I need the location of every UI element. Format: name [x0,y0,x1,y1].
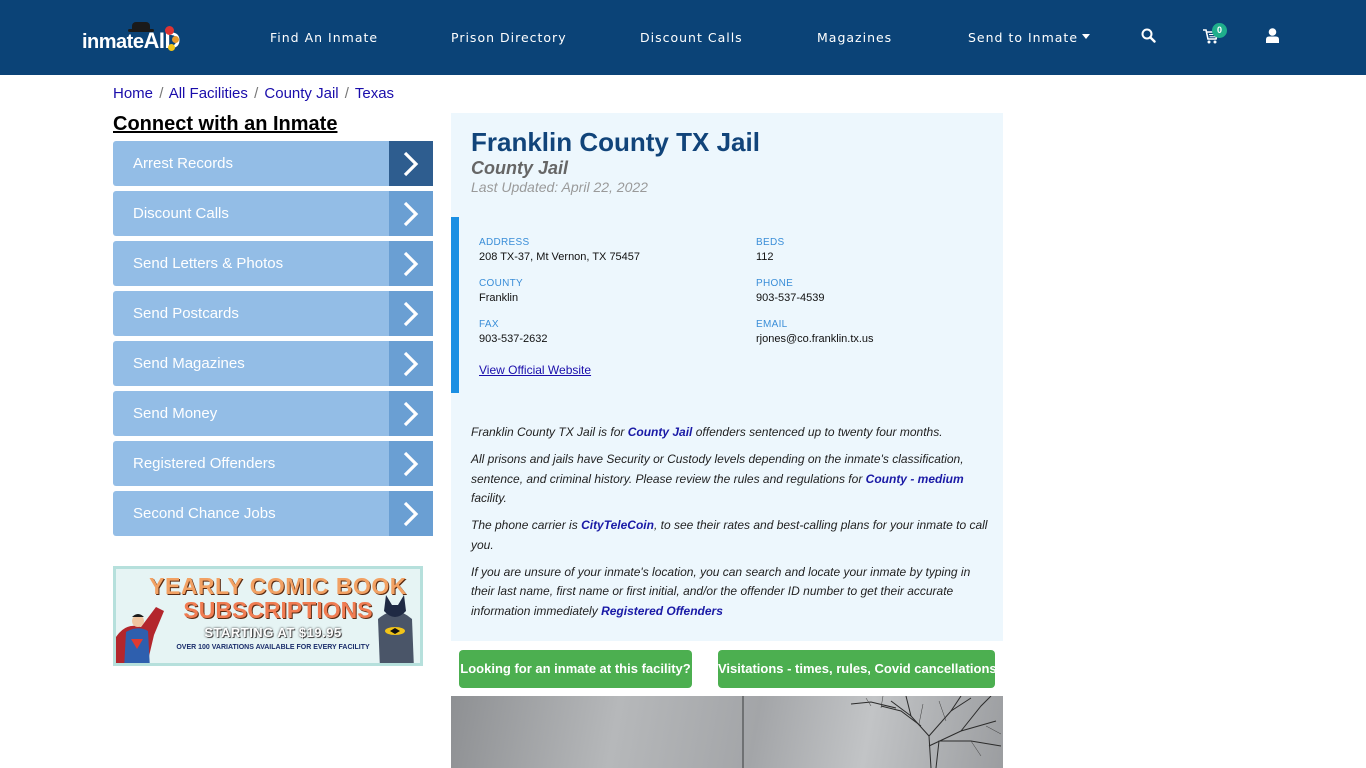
breadcrumb-county-jail[interactable]: County Jail [264,85,338,102]
sidebar-item-label: Send Letters & Photos [133,255,284,272]
breadcrumb-texas[interactable]: Texas [355,85,394,102]
user-icon[interactable] [1266,28,1279,48]
description-paragraph: All prisons and jails have Security or C… [471,452,964,505]
fax-value: 903-537-2632 [479,333,548,345]
sidebar-item-send-magazines[interactable]: Send Magazines [113,341,433,386]
sidebar-item-label: Registered Offenders [133,455,276,472]
chevron-right-icon [389,391,433,436]
sidebar-item-label: Second Chance Jobs [133,505,276,522]
nav-send-to-inmate-label: Send to Inmate [968,30,1079,45]
description-paragraph: If you are unsure of your inmate's locat… [471,564,971,618]
cart-count-badge: 0 [1212,23,1227,38]
sidebar-item-send-postcards[interactable]: Send Postcards [113,291,433,336]
beds-label: BEDS [756,237,785,248]
ad-headline: YEARLY COMIC BOOK [149,573,407,599]
chevron-right-icon [389,241,433,286]
caret-down-icon [1082,34,1091,39]
beds-value: 112 [756,251,774,263]
sidebar-item-registered-offenders[interactable]: Registered Offenders [113,441,433,486]
leaf-icon [172,36,179,43]
breadcrumb: Home / All Facilities / County Jail / Te… [113,85,394,102]
sidebar-item-label: Discount Calls [133,205,229,222]
sidebar-item-label: Send Postcards [133,305,239,322]
ad-price: STARTING AT $19.95 [204,625,342,640]
chevron-right-icon [389,141,433,186]
page-title: Franklin County TX Jail [471,127,760,157]
phone-label: PHONE [756,278,794,289]
radio-tower [742,696,744,768]
county-label: COUNTY [479,278,524,289]
chevron-right-icon [389,191,433,236]
comic-subscription-ad[interactable]: YEARLY COMIC BOOK SUBSCRIPTIONS STARTING… [113,566,423,666]
chevron-right-icon [389,291,433,336]
chevron-right-icon [389,441,433,486]
breadcrumb-all-facilities[interactable]: All Facilities [169,85,248,102]
breadcrumb-separator: / [159,85,164,102]
top-navbar: inmateAID Find An Inmate Prison Director… [0,0,1366,75]
site-logo[interactable]: inmateAID [82,22,182,54]
breadcrumb-separator: / [254,85,259,102]
breadcrumb-home[interactable]: Home [113,85,153,102]
county-jail-link[interactable]: County Jail [628,425,693,439]
visitations-button[interactable]: Visitations - times, rules, Covid cancel… [718,650,997,688]
official-website-link[interactable]: View Official Website [479,363,591,377]
county-value: Franklin [479,292,519,304]
breadcrumb-separator: / [344,85,349,102]
address-value: 208 TX-37, Mt Vernon, TX 75457 [479,251,641,263]
description-paragraph: Franklin County TX Jail is for County Ja… [471,425,943,439]
sidebar-title: Connect with an Inmate [113,113,338,135]
fax-label: FAX [479,319,499,330]
facility-photo [451,696,1003,768]
tree-silhouette [850,696,1002,768]
sidebar-item-send-letters-photos[interactable]: Send Letters & Photos [113,241,433,286]
ad-subtext: OVER 100 VARIATIONS AVAILABLE FOR EVERY … [176,644,370,651]
accent-bar [451,217,459,393]
leaf-icon [165,26,174,35]
phone-carrier-link[interactable]: CityTeleCoin [581,518,654,532]
facility-info-box: ADDRESS 208 TX-37, Mt Vernon, TX 75457 B… [451,217,1003,393]
email-value: rjones@co.franklin.tx.us [756,333,874,345]
nav-find-an-inmate[interactable]: Find An Inmate [270,30,378,45]
sidebar-item-label: Send Magazines [133,355,245,372]
nav-magazines[interactable]: Magazines [817,30,892,45]
nav-send-to-inmate[interactable]: Send to Inmate [968,30,1091,45]
search-icon[interactable] [1141,28,1156,48]
nav-discount-calls[interactable]: Discount Calls [640,30,743,45]
phone-value: 903-537-4539 [756,292,825,304]
chevron-right-icon [389,491,433,536]
chevron-right-icon [389,341,433,386]
ad-headline-2: SUBSCRIPTIONS [183,597,373,623]
sidebar-item-label: Send Money [133,405,218,422]
registered-offenders-link[interactable]: Registered Offenders [601,604,723,618]
facility-panel: Franklin County TX Jail County Jail Last… [451,113,1003,641]
email-label: EMAIL [756,319,788,330]
facility-type: County Jail [471,158,569,178]
last-updated: Last Updated: April 22, 2022 [471,179,648,195]
facility-description: Franklin County TX Jail is for County Ja… [471,423,996,629]
nav-prison-directory[interactable]: Prison Directory [451,30,567,45]
sidebar-item-send-money[interactable]: Send Money [113,391,433,436]
sidebar-item-label: Arrest Records [133,155,234,172]
find-inmate-at-facility-button[interactable]: Looking for an inmate at this facility? [459,650,692,688]
address-label: ADDRESS [479,237,530,248]
leaf-icon [168,44,175,51]
security-level-link[interactable]: County - medium [866,472,964,486]
sidebar-item-discount-calls[interactable]: Discount Calls [113,191,433,236]
sidebar-item-second-chance-jobs[interactable]: Second Chance Jobs [113,491,433,536]
sidebar-item-arrest-records[interactable]: Arrest Records [113,141,433,186]
description-paragraph: The phone carrier is CityTeleCoin, to se… [471,518,988,552]
